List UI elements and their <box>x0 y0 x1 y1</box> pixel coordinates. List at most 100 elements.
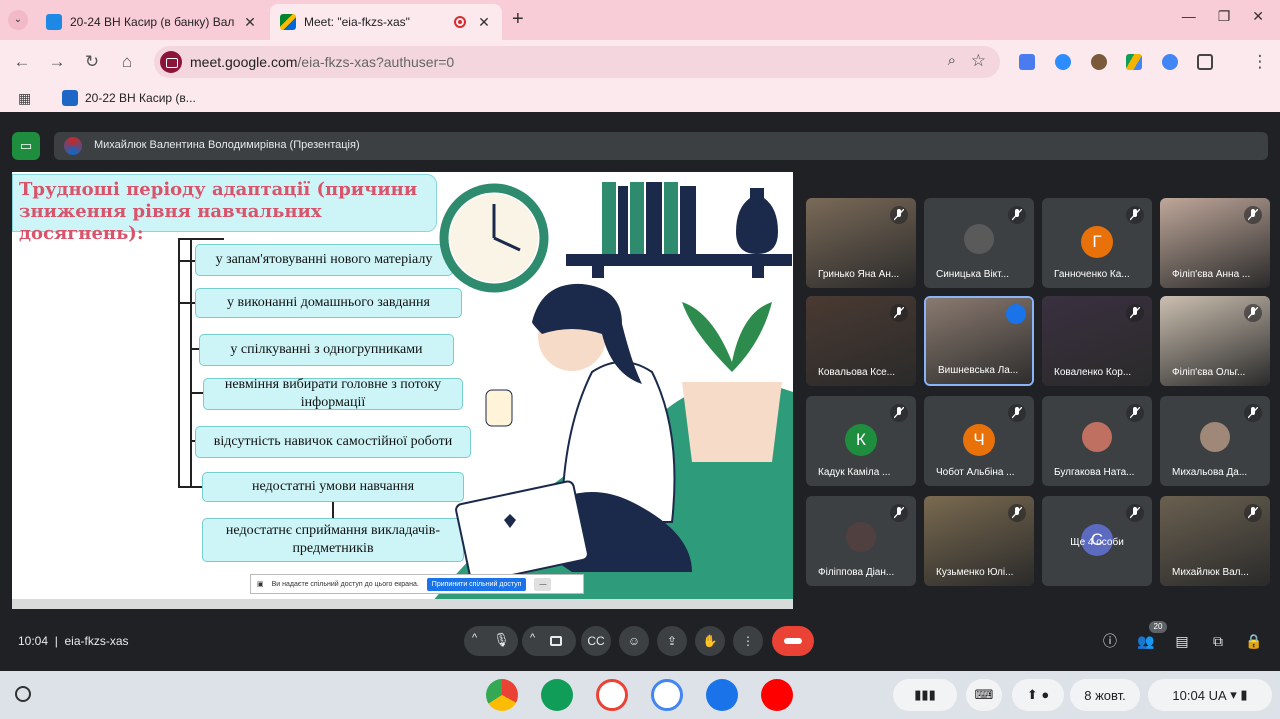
chevron-up-icon[interactable]: ^ <box>530 632 535 644</box>
avatar <box>846 522 876 552</box>
address-bar[interactable]: meet.google.com/eia-fkzs-xas?authuser=0 … <box>154 46 1000 78</box>
raise-hand-button[interactable]: ✋ <box>695 626 725 656</box>
gmail-icon[interactable] <box>596 679 628 711</box>
avatar: Г <box>1081 226 1113 258</box>
extensions-puzzle-icon[interactable] <box>1197 54 1213 70</box>
camera-icon[interactable] <box>550 636 562 646</box>
leave-call-button[interactable] <box>772 626 814 656</box>
mic-off-icon <box>1126 206 1144 224</box>
close-window-icon[interactable]: ✕ <box>1252 8 1264 25</box>
close-icon[interactable]: ✕ <box>476 14 492 31</box>
status-tray[interactable]: ⬆ ● <box>1012 679 1064 711</box>
participant-tile[interactable]: Михайлюк Вал... <box>1160 496 1270 586</box>
drive-extension-icon[interactable] <box>1126 54 1142 70</box>
participant-name: Синицька Вікт... <box>936 269 1009 280</box>
zoom-extension-icon[interactable] <box>1055 54 1071 70</box>
minimize-icon[interactable]: — <box>1182 8 1196 25</box>
cause-box: недостатнє сприймання викладачів-предмет… <box>202 518 464 562</box>
activities-icon[interactable]: ⧉ <box>1209 632 1227 650</box>
close-icon[interactable]: ✕ <box>242 14 258 31</box>
new-tab-button[interactable]: + <box>512 8 524 31</box>
participant-tile[interactable]: Михальова Да... <box>1160 396 1270 486</box>
participant-tile[interactable]: Гринько Яна Ан... <box>806 198 916 288</box>
participant-tile[interactable]: Ковальова Ксе... <box>806 296 916 386</box>
chevron-up-icon[interactable]: ^ <box>472 632 477 644</box>
camera-control[interactable]: ^ <box>522 626 576 656</box>
mic-off-icon <box>1244 304 1262 322</box>
participant-tile[interactable]: К Кадук Каміла ... <box>806 396 916 486</box>
mic-off-icon <box>1126 304 1144 322</box>
chat-icon[interactable]: ▤ <box>1173 632 1191 650</box>
hide-banner-button[interactable]: — <box>534 577 552 591</box>
reload-button[interactable]: ↻ <box>80 50 104 74</box>
url-host: meet.google.com <box>190 54 298 70</box>
screen-share-banner: ▣ Ви надаєте спільний доступ до цього ек… <box>250 574 584 594</box>
bookmark-star-icon[interactable]: ☆ <box>971 51 986 71</box>
participant-tile[interactable]: Коваленко Кор... <box>1042 296 1152 386</box>
presentation-icon[interactable]: ▭ <box>12 132 40 160</box>
site-info-icon[interactable] <box>160 51 182 73</box>
emoji-button[interactable]: ☺ <box>619 626 649 656</box>
microphone-icon[interactable]: 🎙 <box>493 632 510 648</box>
clock-tray[interactable]: 10:04 UA ▾ ▮ <box>1148 679 1272 711</box>
meet-area: ▭ Михайлюк Валентина Володимирівна (През… <box>0 118 1280 670</box>
participant-tile[interactable]: С Ще 4 особи <box>1042 496 1152 586</box>
files-icon[interactable] <box>706 679 738 711</box>
maximize-icon[interactable]: ❐ <box>1218 8 1231 25</box>
slide-footer <box>12 599 793 609</box>
participant-tile[interactable]: Булгакова Ната... <box>1042 396 1152 486</box>
owl-extension-icon[interactable] <box>1091 54 1107 70</box>
participant-count-badge: 20 <box>1149 621 1167 633</box>
stop-sharing-button[interactable]: Припинити спільний доступ <box>426 577 527 591</box>
home-button[interactable]: ⌂ <box>115 50 139 74</box>
launcher-icon[interactable] <box>15 686 31 702</box>
bookmark-item[interactable]: 20-22 ВН Касир (в... <box>62 90 196 106</box>
chrome-icon[interactable] <box>486 679 518 711</box>
student-illustration <box>432 182 793 602</box>
tree-line <box>178 302 196 304</box>
forward-button[interactable]: → <box>45 50 69 74</box>
classroom-icon <box>46 14 62 30</box>
participant-tile[interactable]: Філіппова Діан... <box>806 496 916 586</box>
calendar-icon[interactable] <box>651 679 683 711</box>
cause-box: невміння вибирати головне з потоку інфор… <box>203 377 463 410</box>
keyboard-icon[interactable]: ⌨ <box>966 679 1002 711</box>
meeting-info: 10:04 | eia-fkzs-xas <box>18 634 129 648</box>
participant-tile[interactable]: Вишневська Ла... <box>924 296 1034 386</box>
apps-grid-icon[interactable]: ▦ <box>18 90 31 107</box>
screen-capture-tray[interactable]: ▮▮▮ <box>893 679 957 711</box>
youtube-icon[interactable] <box>761 679 793 711</box>
captions-button[interactable]: CC <box>581 626 611 656</box>
presenter-banner[interactable]: Михайлюк Валентина Володимирівна (Презен… <box>54 132 1268 160</box>
mic-off-icon <box>1126 504 1144 522</box>
mic-off-icon <box>890 206 908 224</box>
people-icon[interactable]: 👥 <box>1137 632 1155 650</box>
extension-send-icon[interactable] <box>1019 54 1035 70</box>
participant-tile[interactable]: Синицька Вікт... <box>924 198 1034 288</box>
blue-dot-extension-icon[interactable] <box>1162 54 1178 70</box>
more-options-button[interactable]: ⋮ <box>733 626 763 656</box>
tab-meet[interactable]: Meet: "eia-fkzs-xas" ✕ <box>270 4 502 40</box>
participant-tile[interactable]: Філіп'єва Анна ... <box>1160 198 1270 288</box>
participant-name: Ганноченко Ка... <box>1054 269 1130 280</box>
avatar <box>1200 422 1230 452</box>
participant-tile[interactable]: Ч Чобот Альбіна ... <box>924 396 1034 486</box>
participant-tile[interactable]: Г Ганноченко Ка... <box>1042 198 1152 288</box>
participant-name: Коваленко Кор... <box>1054 367 1132 378</box>
present-button[interactable]: ⇪ <box>657 626 687 656</box>
cause-box: у спілкуванні з одногрупниками <box>199 334 454 366</box>
back-button[interactable]: ← <box>10 50 34 74</box>
tab-kasyr[interactable]: 20-24 ВН Касир (в банку) Вал ✕ <box>36 4 268 40</box>
zoom-icon[interactable]: ⌕ <box>948 52 956 69</box>
classroom-app-icon[interactable] <box>541 679 573 711</box>
mic-control[interactable]: ^ 🎙 <box>464 626 518 656</box>
menu-kebab-icon[interactable]: ⋮ <box>1248 50 1272 74</box>
meet-icon <box>280 14 296 30</box>
date-tray[interactable]: 8 жовт. <box>1070 679 1140 711</box>
participant-tile[interactable]: Філіп'єва Ольг... <box>1160 296 1270 386</box>
host-controls-icon[interactable]: 🔒 <box>1245 632 1263 650</box>
participant-name: Філіп'єва Ольг... <box>1172 367 1246 378</box>
info-icon[interactable]: ⓘ <box>1101 632 1119 650</box>
tab-search-icon[interactable]: ⌄ <box>8 10 28 30</box>
participant-tile[interactable]: Кузьменко Юлі... <box>924 496 1034 586</box>
